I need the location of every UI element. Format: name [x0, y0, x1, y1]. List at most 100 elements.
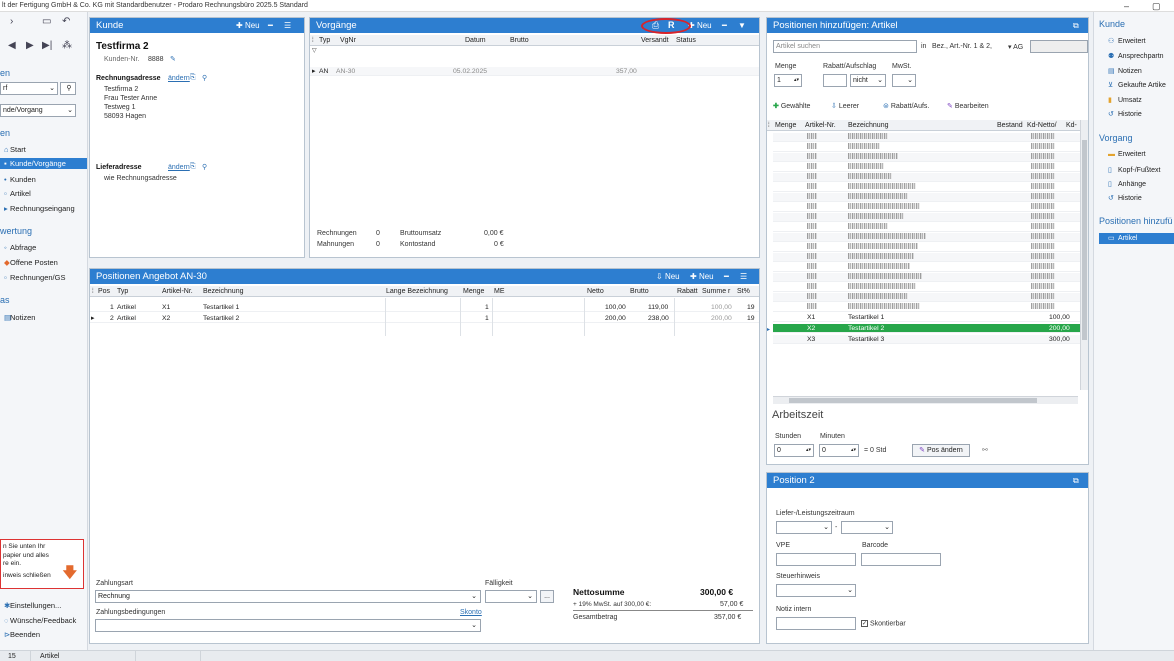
skonto-link[interactable]: Skonto [460, 609, 482, 616]
col-bezeichnung[interactable]: Bezeichnung [848, 120, 888, 131]
list-item[interactable] [773, 213, 1080, 222]
lieferadresse-aendern-link[interactable]: ändern [168, 164, 190, 171]
rightnav-item-ansprechpartner[interactable]: ⚉ Ansprechpartn [1108, 52, 1164, 60]
vorgaenge-collapse-icon[interactable]: ━ [722, 18, 727, 33]
rightnav-item-gekaufte-artikel[interactable]: ⊻ Gekaufte Artike [1108, 81, 1166, 89]
minuten-stepper[interactable]: 0 ▴▾ [819, 444, 859, 457]
category-select[interactable]: nde/Vorgang ⌄ [0, 104, 76, 117]
rechnungsadresse-aendern-link[interactable]: ändern [168, 75, 190, 82]
list-item[interactable] [773, 133, 1080, 142]
list-item[interactable]: X1 Testartikel 1 100,00 [773, 313, 1080, 322]
list-item[interactable] [773, 263, 1080, 272]
col-kd[interactable]: Kd- [1066, 120, 1077, 131]
filter-row-icon[interactable]: ▽ [312, 47, 317, 54]
skontierbar-checkbox[interactable]: ✓ Skontierbar [861, 620, 906, 627]
col-me[interactable]: ME [494, 286, 505, 297]
nav-item-offene-posten[interactable]: ◆Offene Posten [4, 258, 58, 267]
artikel-search-input[interactable]: Artikel suchen [773, 40, 917, 53]
col-rabatt[interactable]: Rabatt [677, 286, 698, 297]
ag-input[interactable] [1030, 40, 1088, 53]
kunde-collapse-icon[interactable]: ━ [268, 18, 273, 33]
prev-icon[interactable]: ◀ [8, 40, 16, 51]
bearbeiten-button[interactable]: ✎ Bearbeiten [947, 102, 989, 110]
nicht-select[interactable]: nicht ⌄ [850, 74, 886, 87]
ag-select[interactable]: ▾ AG [1008, 43, 1023, 51]
list-item-selected[interactable]: X2 Testartikel 2 200,00 [773, 324, 1080, 333]
col-typ[interactable]: Typ [117, 286, 128, 297]
list-item[interactable] [773, 243, 1080, 252]
list-item[interactable] [773, 253, 1080, 262]
rabatt-input[interactable] [823, 74, 847, 87]
nav-item-feedback[interactable]: ◌ Wünsche/Feedback [4, 616, 76, 625]
nav-item-rechnungen-gs[interactable]: ▫ Rechnungen/GS [4, 273, 65, 282]
copy-icon[interactable]: ⎘ [190, 74, 196, 82]
table-row[interactable]: ▸ 2 Artikel X2 Testartikel 2 1 200,00 23… [90, 314, 759, 323]
col-status[interactable]: Status [676, 35, 696, 46]
search-select[interactable]: rf ⌄ [0, 82, 58, 95]
col-artikelnr[interactable]: Artikel-Nr. [805, 120, 836, 131]
col-steuer[interactable]: St% [737, 286, 750, 297]
steuerhinweis-select[interactable]: ⌄ [776, 584, 856, 597]
col-netto[interactable]: Netto [587, 286, 604, 297]
barcode-input[interactable] [861, 553, 941, 566]
col-summe[interactable]: Summe r [702, 286, 730, 297]
list-item[interactable]: X3 Testartikel 3 300,00 [773, 335, 1080, 344]
copy-icon[interactable]: ⎘ [190, 163, 196, 171]
artikel-popout-icon[interactable]: ⧉ [1073, 18, 1079, 33]
kunde-menu-icon[interactable]: ☰ [284, 18, 291, 33]
rabatt-aufs-button[interactable]: ⊜ Rabatt/Aufs. [883, 102, 929, 110]
rightnav-item-notizen[interactable]: ▤ Notizen [1108, 67, 1142, 75]
col-pos[interactable]: Pos [98, 286, 110, 297]
rightnav-item-kopf-fusstext[interactable]: ▯ Kopf-/Fußtext [1108, 166, 1160, 174]
list-item[interactable] [773, 183, 1080, 192]
list-item[interactable] [773, 223, 1080, 232]
mwst-select[interactable]: ⌄ [892, 74, 916, 87]
tree-icon[interactable]: ⁂ [62, 40, 72, 51]
forward-icon[interactable]: › [10, 16, 13, 27]
zahlungsart-select[interactable]: Rechnung ⌄ [95, 590, 481, 603]
list-item[interactable] [773, 273, 1080, 282]
col-versandt[interactable]: Versandt [641, 35, 669, 46]
list-item[interactable] [773, 283, 1080, 292]
faelligkeit-more-button[interactable]: ... [540, 590, 554, 603]
zahlungsbedingungen-select[interactable]: ⌄ [95, 619, 481, 632]
rightnav-item-vorgang-erweitert[interactable]: ▬ Erweitert [1108, 151, 1146, 158]
rightnav-item-umsatz[interactable]: ▮ Umsatz [1108, 96, 1142, 104]
col-menge[interactable]: Menge [463, 286, 484, 297]
leerer-button[interactable]: ⇩ Leerer [831, 102, 859, 110]
rightnav-item-anhaenge[interactable]: ▯ Anhänge [1108, 180, 1146, 188]
positionen-new-button-2[interactable]: ✚ Neu [690, 269, 714, 284]
list-item[interactable] [773, 193, 1080, 202]
nav-item-notizen[interactable]: ▤Notizen [4, 313, 35, 322]
map-pin-icon[interactable]: ⚲ [202, 74, 207, 82]
positionen-menu-icon[interactable]: ☰ [740, 269, 747, 284]
save-icon[interactable]: ▭ [42, 16, 51, 27]
next-icon[interactable]: ▶ [26, 40, 34, 51]
col-typ[interactable]: Typ [319, 35, 330, 46]
nav-item-beenden[interactable]: ⊳Beenden [4, 630, 40, 639]
liefer-to-date[interactable]: ⌄ [841, 521, 893, 534]
col-bestand[interactable]: Bestand [997, 120, 1023, 131]
col-brutto[interactable]: Brutto [510, 35, 529, 46]
search-scope-select[interactable]: Bez., Art.-Nr. 1 & 2, [932, 43, 992, 50]
gewaehlte-button[interactable]: ✚ Gewählte [773, 102, 810, 110]
liefer-from-date[interactable]: ⌄ [776, 521, 832, 534]
column-options-icon[interactable]: ⦙ [312, 35, 314, 46]
rightnav-item-erweitert[interactable]: ⚇ Erweitert [1108, 37, 1146, 45]
positionen-collapse-icon[interactable]: ━ [724, 269, 729, 284]
list-item[interactable] [773, 143, 1080, 152]
list-item[interactable] [773, 293, 1080, 302]
positionen-new-button-1[interactable]: ⇩ Neu [656, 269, 680, 284]
col-lange-bezeichnung[interactable]: Lange Bezeichnung [386, 286, 448, 297]
link-icon[interactable]: ⚯ [982, 446, 988, 454]
artikel-horizontal-scrollbar[interactable] [773, 396, 1078, 404]
table-row[interactable]: 1 Artikel X1 Testartikel 1 1 100,00 119,… [90, 303, 759, 312]
undo-icon[interactable]: ↶ [62, 16, 70, 27]
column-options-icon[interactable]: ⦙ [92, 286, 94, 297]
list-item[interactable] [773, 173, 1080, 182]
nav-item-artikel[interactable]: ▫ Artikel [4, 189, 31, 198]
pos-aendern-button[interactable]: ✎ Pos ändern [912, 444, 970, 457]
nav-item-rechnungseingang[interactable]: ▸ Rechnungseingang [4, 204, 75, 213]
stunden-stepper[interactable]: 0 ▴▾ [774, 444, 814, 457]
col-bezeichnung[interactable]: Bezeichnung [203, 286, 243, 297]
